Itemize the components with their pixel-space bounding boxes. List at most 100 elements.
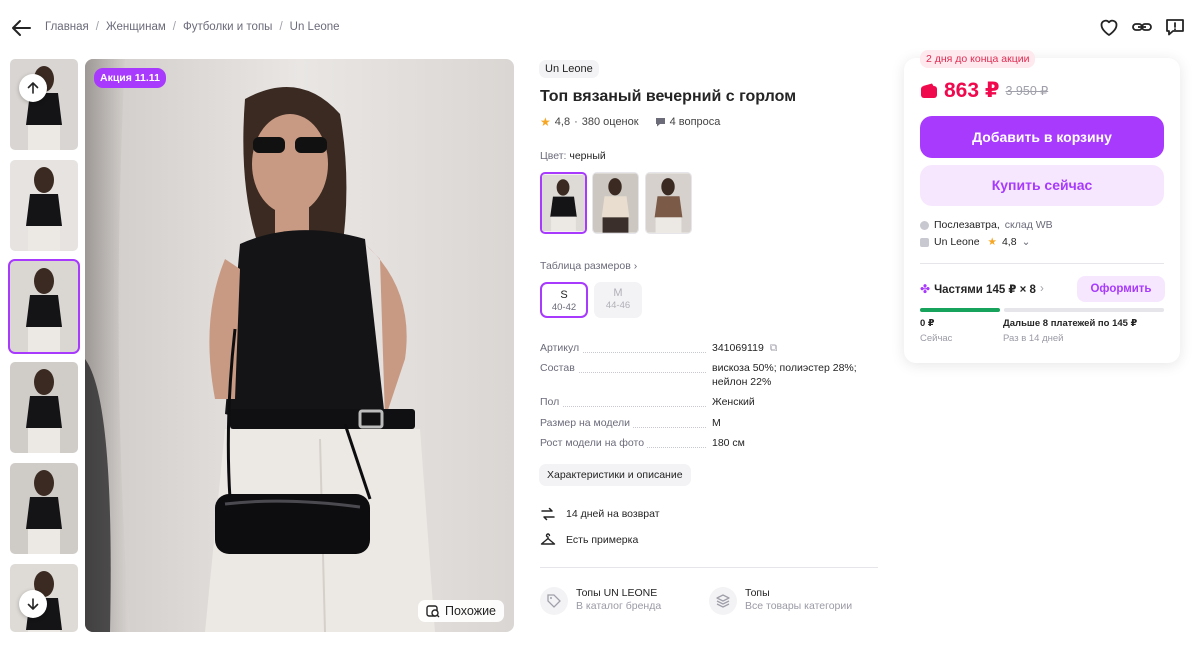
- spec-gender: Пол Женский: [540, 396, 880, 410]
- tag-icon: [540, 587, 568, 615]
- payment-later-label: Раз в 14 дней: [1003, 333, 1064, 344]
- installment-progress-later: [1004, 308, 1164, 312]
- similar-icon: [426, 605, 440, 618]
- spec-key: Размер на модели: [540, 417, 633, 429]
- warehouse-icon: [920, 220, 929, 230]
- size-range: 40-42: [551, 302, 577, 313]
- thumbnail[interactable]: [8, 259, 80, 354]
- brand-catalog-link[interactable]: Топы UN LEONE В каталог бренда: [540, 587, 661, 615]
- buy-now-button[interactable]: Купить сейчас: [920, 165, 1164, 206]
- link-title: Топы UN LEONE: [576, 587, 658, 599]
- top-actions: [1098, 16, 1186, 38]
- link-icon[interactable]: [1131, 16, 1153, 38]
- breadcrumb-item-home[interactable]: Главная: [45, 21, 89, 33]
- link-title: Топы: [745, 587, 770, 599]
- color-swatch-brown[interactable]: [645, 172, 692, 234]
- divider: [540, 567, 878, 568]
- size-table-label: Таблица размеров: [540, 260, 631, 272]
- rating-value[interactable]: 4,8: [555, 116, 570, 128]
- payment-now-amount: 0 ₽: [920, 318, 935, 329]
- spec-value: Женский: [712, 396, 755, 408]
- category-link[interactable]: Топы Все товары категории: [709, 587, 852, 615]
- arrow-down-icon: [27, 598, 39, 610]
- copy-icon[interactable]: ⧉: [770, 342, 778, 354]
- add-to-cart-button[interactable]: Добавить в корзину: [920, 116, 1164, 158]
- reviews-count[interactable]: 380 оценок: [582, 116, 639, 128]
- price-row: 863 ₽ 3 950 ₽: [920, 78, 1048, 103]
- color-caption: Цвет:: [540, 150, 567, 162]
- feature-text: Есть примерка: [566, 534, 639, 546]
- breadcrumb-item-women[interactable]: Женщинам: [106, 21, 166, 33]
- star-icon: ★: [540, 115, 551, 129]
- hanger-icon: [540, 533, 556, 545]
- breadcrumb-separator: /: [279, 21, 283, 33]
- chevron-right-icon: ›: [1039, 283, 1044, 295]
- installments-text: Частями 145 ₽ × 8: [934, 284, 1036, 296]
- link-subtitle: В каталог бренда: [576, 600, 662, 612]
- spec-key: Рост модели на фото: [540, 437, 648, 449]
- rating-dot: ·: [574, 116, 578, 128]
- star-icon: ★: [987, 236, 997, 248]
- installment-progress-now: [920, 308, 1000, 312]
- spec-key: Артикул: [540, 342, 583, 354]
- thumbnail[interactable]: [10, 463, 78, 554]
- breadcrumb-separator: /: [172, 21, 176, 33]
- spec-value: M: [712, 417, 721, 429]
- feature-return: 14 дней на возврат: [540, 506, 660, 522]
- thumbnail[interactable]: [10, 362, 78, 453]
- spec-key: Состав: [540, 362, 578, 374]
- link-subtitle: Все товары категории: [745, 600, 853, 612]
- return-icon: [541, 507, 555, 521]
- color-swatch-black[interactable]: [540, 172, 587, 234]
- color-value: черный: [569, 150, 606, 162]
- questions-count[interactable]: 4 вопроса: [670, 116, 721, 128]
- spec-article: Артикул 341069119 ⧉: [540, 342, 880, 356]
- seller-name: Un Leone: [934, 236, 980, 248]
- size-option-s[interactable]: S 40-42: [540, 282, 588, 318]
- thumbnails-down-button[interactable]: [19, 590, 47, 618]
- rating-row: ★ 4,8 · 380 оценок 4 вопроса: [540, 115, 720, 129]
- similar-button[interactable]: Похожие: [417, 600, 504, 622]
- breadcrumb: Главная / Женщинам / Футболки и топы / U…: [45, 21, 340, 33]
- delivery-day: Послезавтра,: [934, 219, 1000, 231]
- delivery-warehouse: склад WB: [1004, 219, 1053, 231]
- payment-later: Дальше 8 платежей по 145 ₽ Раз в 14 дней: [1003, 318, 1137, 344]
- article-number: 341069119: [712, 342, 764, 354]
- current-price: 863 ₽: [944, 79, 1000, 102]
- color-swatch-beige[interactable]: [592, 172, 639, 234]
- main-product-image[interactable]: Акция 11.11 Похожие: [85, 59, 514, 632]
- seller-rating: 4,8: [1001, 236, 1017, 248]
- size-label: M: [613, 287, 623, 299]
- thumbnail[interactable]: [10, 59, 78, 150]
- characteristics-button[interactable]: Характеристики и описание: [539, 464, 691, 486]
- order-installments-button[interactable]: Оформить: [1077, 276, 1165, 302]
- delivery-info: Послезавтра, склад WB: [920, 219, 1053, 231]
- breadcrumb-item-brand[interactable]: Un Leone: [290, 21, 340, 33]
- product-photo: [85, 59, 514, 632]
- heart-icon[interactable]: [1098, 16, 1120, 38]
- seller-info[interactable]: Un Leone ★ 4,8 ⌄: [920, 236, 1030, 248]
- feature-text: 14 дней на возврат: [566, 508, 660, 520]
- spec-value: вискоза 50%; полиэстер 28%; нейлон 22%: [712, 362, 857, 388]
- product-title: Топ вязаный вечерний с горлом: [540, 88, 797, 105]
- payment-now: 0 ₽ Сейчас: [920, 318, 952, 344]
- back-arrow-icon[interactable]: [10, 17, 32, 39]
- size-option-m[interactable]: M 44-46: [594, 282, 642, 318]
- promo-badge: Акция 11.11: [94, 68, 166, 88]
- size-table-link[interactable]: Таблица размеров ›: [540, 260, 637, 272]
- payment-now-label: Сейчас: [920, 333, 953, 344]
- old-price: 3 950 ₽: [1005, 84, 1049, 98]
- feature-fitting: Есть примерка: [540, 532, 638, 548]
- questions-icon: [655, 117, 665, 126]
- thumbnail[interactable]: [10, 160, 78, 251]
- spec-model-size: Размер на модели M: [540, 417, 880, 431]
- thumbnails-up-button[interactable]: [19, 74, 47, 102]
- shop-icon: [920, 237, 929, 247]
- brand-chip[interactable]: Un Leone: [539, 60, 599, 78]
- report-icon[interactable]: [1164, 16, 1186, 38]
- breadcrumb-item-tshirts[interactable]: Футболки и топы: [183, 21, 273, 33]
- installments-link[interactable]: ✤ Частями 145 ₽ × 8 ›: [920, 282, 1044, 296]
- spec-key: Пол: [540, 396, 563, 408]
- color-label: Цвет: черный: [540, 150, 606, 162]
- spec-composition: Состав вискоза 50%; полиэстер 28%; нейло…: [540, 362, 880, 389]
